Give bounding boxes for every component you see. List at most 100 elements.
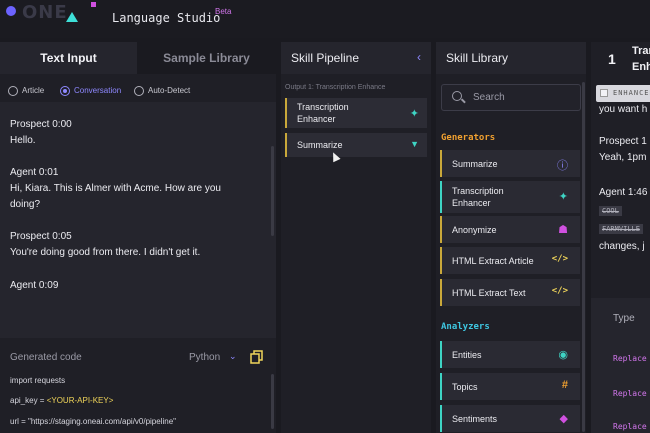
app-title: Language Studio bbox=[112, 11, 221, 25]
radio-label: Article bbox=[22, 86, 45, 95]
skill-html-extract-text[interactable]: HTML Extract Text </> bbox=[440, 279, 580, 306]
chevron-left-icon[interactable]: ‹ bbox=[417, 50, 421, 64]
sentiment-icon: ◆ bbox=[559, 413, 568, 425]
top-bar: ONE Language Studio Beta bbox=[0, 0, 650, 38]
radio-conversation[interactable]: Conversation bbox=[60, 84, 121, 98]
speaker-label: Agent 0:01 bbox=[10, 167, 59, 178]
enhanced-toggle[interactable]: ENHANCED bbox=[596, 85, 650, 102]
code-scrollbar[interactable] bbox=[271, 374, 274, 429]
skill-label: Transcription bbox=[452, 186, 504, 196]
skill-label: Sentiments bbox=[452, 414, 498, 424]
hashtag-icon: # bbox=[561, 379, 568, 391]
pipeline-breadcrumb: Output 1: Transcription Enhance bbox=[285, 84, 386, 91]
chevron-down-icon[interactable]: ⌄ bbox=[229, 351, 237, 362]
skill-transcription-enhancer[interactable]: Transcription Enhancer ✦ bbox=[440, 181, 580, 213]
skill-sentiments[interactable]: Sentiments ◆ bbox=[440, 405, 580, 432]
utterance-text: doing? bbox=[10, 199, 41, 210]
code-line: api_key = <YOUR-API-KEY> bbox=[10, 396, 114, 405]
code-line: import requests bbox=[10, 376, 66, 385]
skill-topics[interactable]: Topics # bbox=[440, 373, 580, 400]
skill-library-panel: Skill Library Search Generators Summariz… bbox=[436, 42, 586, 433]
speaker-label: Prospect 0:05 bbox=[10, 231, 72, 242]
transcript-scrollbar[interactable] bbox=[271, 146, 274, 236]
table-cell-type: Replace bbox=[613, 354, 647, 363]
utterance-text: Hi, Kiara. This is Almer with Acme. How … bbox=[10, 183, 221, 194]
generated-code-label: Generated code bbox=[10, 352, 82, 363]
eye-icon: ◉ bbox=[558, 349, 568, 361]
radio-label: Conversation bbox=[74, 86, 122, 95]
spy-icon: ☗ bbox=[558, 224, 568, 236]
skill-label: HTML Extract Text bbox=[452, 288, 526, 298]
radio-auto-detect[interactable]: Auto-Detect bbox=[134, 84, 190, 98]
pipeline-item-label: Summarize bbox=[297, 140, 343, 150]
skill-label: Topics bbox=[452, 382, 478, 392]
utterance-text: You're doing good from there. I didn't g… bbox=[10, 247, 201, 258]
skill-label: Enhancer bbox=[452, 198, 491, 208]
language-select[interactable]: Python bbox=[189, 352, 220, 363]
table-cell-type: Replace bbox=[613, 389, 647, 398]
info-icon: ⓘ bbox=[557, 160, 568, 172]
output-panel: 1 Transcription Enhancer ENHANCED you wan… bbox=[591, 42, 650, 433]
output-title-line: Transcription bbox=[632, 45, 650, 57]
pipeline-header: Skill Pipeline ‹ bbox=[281, 42, 431, 74]
skill-anonymize[interactable]: Anonymize ☗ bbox=[440, 216, 580, 243]
code-icon: </> bbox=[551, 254, 568, 264]
group-title-analyzers: Analyzers bbox=[441, 322, 490, 332]
skill-search-input[interactable]: Search bbox=[441, 84, 581, 111]
output-text: Prospect 1 bbox=[599, 136, 647, 147]
pipeline-title: Skill Pipeline bbox=[291, 51, 360, 65]
pipeline-item-summarize[interactable]: Summarize ▼ bbox=[285, 133, 427, 157]
sparkle-icon: ✦ bbox=[558, 191, 568, 203]
pipeline-item-label: Transcription bbox=[297, 102, 349, 112]
output-text: changes, j bbox=[599, 241, 645, 252]
skill-label: HTML Extract Article bbox=[452, 256, 534, 266]
logo: ONE bbox=[22, 2, 68, 23]
skill-html-extract-article[interactable]: HTML Extract Article </> bbox=[440, 247, 580, 274]
code-icon: </> bbox=[551, 286, 568, 296]
output-text: Yeah, 1pm bbox=[599, 152, 647, 163]
search-placeholder: Search bbox=[473, 92, 505, 103]
skill-label: Anonymize bbox=[452, 225, 497, 235]
output-text: you want h bbox=[599, 104, 648, 115]
skill-pipeline-panel: Skill Pipeline ‹ Output 1: Transcription… bbox=[281, 42, 431, 433]
generated-code-section: Generated code Python ⌄ import requests … bbox=[0, 340, 276, 433]
sparkle-icon: ✦ bbox=[409, 108, 419, 120]
logo-square-icon bbox=[91, 2, 96, 7]
copy-icon[interactable] bbox=[250, 350, 264, 364]
checkbox-icon bbox=[600, 89, 608, 97]
output-number: 1 bbox=[608, 51, 616, 67]
skill-label: Entities bbox=[452, 350, 482, 360]
tab-sample-library[interactable]: Sample Library bbox=[137, 42, 276, 74]
group-title-generators: Generators bbox=[441, 133, 496, 143]
utterance-text: Hello. bbox=[10, 135, 36, 146]
pipeline-item-label: Enhancer bbox=[297, 114, 336, 124]
table-header-type: Type bbox=[613, 313, 635, 324]
library-scrollbar[interactable] bbox=[582, 82, 585, 432]
table-cell-type: Replace bbox=[613, 422, 647, 431]
pipeline-item-transcription-enhancer[interactable]: Transcription Enhancer ✦ bbox=[285, 98, 427, 128]
input-type-radios: Article Conversation Auto-Detect bbox=[8, 84, 270, 98]
filter-icon: ▼ bbox=[410, 139, 419, 149]
search-icon bbox=[452, 91, 462, 101]
tab-text-input[interactable]: Text Input bbox=[0, 42, 137, 74]
logo-triangle-icon bbox=[66, 12, 78, 22]
api-key-value: <YOUR-API-KEY> bbox=[46, 396, 114, 405]
output-text: Agent 1:46 bbox=[599, 187, 648, 198]
radio-circle-icon bbox=[60, 86, 70, 96]
skill-summarize[interactable]: Summarize ⓘ bbox=[440, 150, 580, 177]
speaker-label: Agent 0:09 bbox=[10, 280, 59, 291]
radio-article[interactable]: Article bbox=[8, 84, 44, 98]
text-input-panel: Text Input Sample Library Article Conver… bbox=[0, 42, 276, 433]
enhanced-label: ENHANCED bbox=[613, 89, 650, 97]
radio-circle-icon bbox=[134, 86, 144, 96]
skill-entities[interactable]: Entities ◉ bbox=[440, 341, 580, 368]
code-line: url = "https://staging.oneai.com/api/v0/… bbox=[10, 417, 176, 426]
skill-label: Summarize bbox=[452, 159, 498, 169]
changes-table: Type Replace Replace Replace bbox=[591, 298, 650, 433]
speaker-label: Prospect 0:00 bbox=[10, 119, 72, 130]
library-title: Skill Library bbox=[446, 51, 509, 65]
radio-label: Auto-Detect bbox=[148, 86, 191, 95]
transcript-textarea[interactable]: Prospect 0:00 Hello. Agent 0:01 Hi, Kiar… bbox=[0, 102, 276, 338]
removed-word: COOL bbox=[599, 206, 622, 216]
output-title-line: Enhancer bbox=[632, 61, 650, 73]
